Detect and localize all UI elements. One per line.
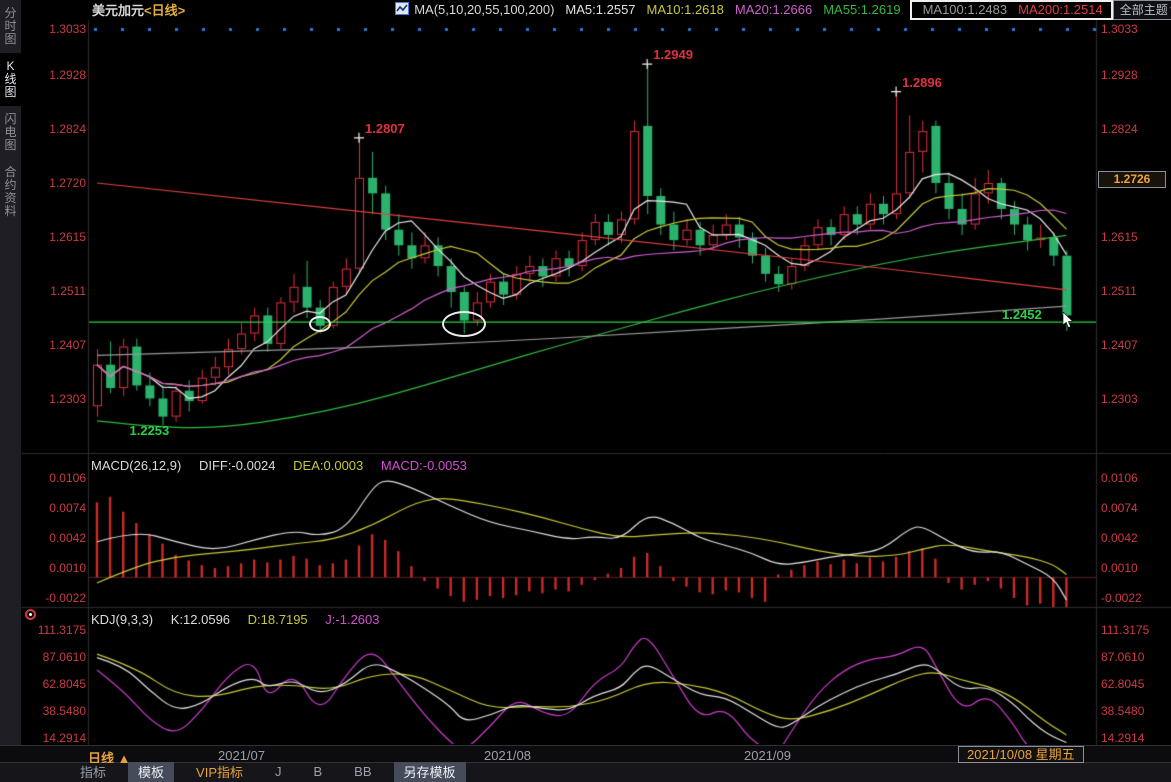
ma-settings-label: MA(5,10,20,55,100,200): [414, 2, 554, 17]
y-axis-tick: 1.2407: [30, 338, 86, 352]
period-tag: <日线>: [144, 3, 185, 18]
price-extreme-annotation: 1.2807: [365, 121, 405, 136]
y-axis-tick: 111.3175: [30, 623, 86, 637]
y-axis-tick: 0.0010: [1101, 561, 1165, 575]
y-axis-tick: 111.3175: [1101, 623, 1165, 637]
trading-app-window: 分时图 K线图 闪电图 合约资料 美元加元<日线> MA(5,10,20,55,…: [0, 0, 1171, 782]
y-axis-tick: 0.0106: [30, 471, 86, 485]
macd-diff-value: DIFF:-0.0024: [199, 458, 276, 473]
instrument-name: 美元加元<日线>: [92, 0, 185, 19]
y-axis-tick: 38.5480: [1101, 704, 1165, 718]
y-axis-tick: 1.2511: [30, 284, 86, 298]
ma200-value: MA200:1.2514: [1018, 2, 1103, 17]
y-axis-tick: 14.2914: [30, 731, 86, 745]
price-extreme-annotation: 1.2896: [902, 75, 942, 90]
ma100-value: MA100:1.2483: [923, 2, 1008, 17]
y-axis-tick: 1.2615: [1101, 230, 1165, 244]
sidebar-item-contract-info[interactable]: 合约资料: [0, 159, 21, 225]
y-axis-tick: 0.0010: [30, 561, 86, 575]
y-axis-tick: 14.2914: [1101, 731, 1165, 745]
toolbar-item-vip-indicators[interactable]: VIP指标: [186, 762, 253, 782]
date-tick: 2021/08: [484, 748, 531, 763]
toolbar-item-j[interactable]: J: [265, 764, 292, 781]
ma55-value: MA55:1.2619: [823, 2, 900, 17]
y-axis-tick: 1.2928: [30, 68, 86, 82]
y-axis-tick: 0.0074: [30, 501, 86, 515]
sidebar-item-kline-chart[interactable]: K线图: [0, 53, 21, 106]
ma20-value: MA20:1.2666: [735, 2, 812, 17]
y-axis-tick: 1.3033: [30, 22, 86, 36]
date-tick: 2021/07: [218, 748, 265, 763]
sidebar-item-lightning-chart[interactable]: 闪电图: [0, 106, 21, 159]
y-axis-tick: 1.2303: [30, 392, 86, 406]
macd-params: MACD(26,12,9): [91, 458, 181, 473]
kdj-k-value: K:12.0596: [171, 612, 230, 627]
drawn-ellipse-annotation[interactable]: [309, 316, 331, 332]
ma5-value: MA5:1.2557: [565, 2, 635, 17]
macd-value: MACD:-0.0053: [381, 458, 467, 473]
hline-price-label: 1.2452: [1002, 307, 1042, 322]
sidebar-item-time-chart[interactable]: 分时图: [0, 0, 21, 53]
y-axis-tick: 1.2303: [1101, 392, 1165, 406]
bottom-toolbar: 指标 模板 VIP指标 J B BB 另存模板: [0, 763, 1171, 782]
price-extreme-annotation: 1.2253: [130, 423, 170, 438]
indicator-alert-icon[interactable]: [25, 609, 36, 620]
y-axis-tick: 62.8045: [30, 677, 86, 691]
y-axis-tick: 38.5480: [30, 704, 86, 718]
y-axis-tick: 1.3033: [1101, 22, 1165, 36]
theme-dropdown-button[interactable]: 全部主题▼: [1113, 0, 1171, 20]
chart-mode-sidebar: 分时图 K线图 闪电图 合约资料: [0, 0, 21, 745]
macd-panel-header: MACD(26,12,9) DIFF:-0.0024 DEA:0.0003 MA…: [91, 458, 481, 473]
y-axis-tick: 0.0074: [1101, 501, 1165, 515]
toolbar-item-bb[interactable]: BB: [344, 764, 381, 781]
price-chart-canvas[interactable]: [0, 0, 1171, 782]
ma-highlight-box: MA100:1.2483 MA200:1.2514: [910, 0, 1113, 20]
y-axis-tick: 1.2615: [30, 230, 86, 244]
price-extreme-annotation: 1.2949: [653, 47, 693, 62]
y-axis-tick: 1.2720: [30, 176, 86, 190]
kdj-panel-header: KDJ(9,3,3) K:12.0596 D:18.7195 J:-1.2603: [91, 612, 394, 627]
y-axis-tick: 1.2511: [1101, 284, 1165, 298]
last-price-marker: 1.2726: [1098, 171, 1166, 188]
kline-chart-icon: [395, 2, 409, 18]
toolbar-item-b[interactable]: B: [304, 764, 333, 781]
toolbar-item-save-template[interactable]: 另存模板: [394, 762, 466, 782]
date-tick: 2021/09: [744, 748, 791, 763]
kdj-j-value: J:-1.2603: [325, 612, 379, 627]
current-date-label: 2021/10/08 星期五: [958, 746, 1084, 763]
y-axis-tick: 87.0610: [30, 650, 86, 664]
kdj-params: KDJ(9,3,3): [91, 612, 153, 627]
y-axis-tick: 0.0042: [1101, 531, 1165, 545]
y-axis-tick: 1.2407: [1101, 338, 1165, 352]
y-axis-tick: 1.2824: [30, 122, 86, 136]
y-axis-tick: 0.0106: [1101, 471, 1165, 485]
kdj-d-value: D:18.7195: [248, 612, 308, 627]
drawn-ellipse-annotation[interactable]: [442, 311, 486, 337]
y-axis-tick: 87.0610: [1101, 650, 1165, 664]
y-axis-tick: 62.8045: [1101, 677, 1165, 691]
y-axis-tick: 1.2824: [1101, 122, 1165, 136]
y-axis-tick: 0.0042: [30, 531, 86, 545]
date-axis-row: 日线 ▲ 2021/07 2021/08 2021/09 2021/10/08 …: [0, 745, 1171, 763]
y-axis-tick: -0.0022: [30, 591, 86, 605]
toolbar-item-indicators[interactable]: 指标: [70, 762, 116, 782]
y-axis-tick: 1.2928: [1101, 68, 1165, 82]
chart-header: 美元加元<日线> MA(5,10,20,55,100,200) MA5:1.25…: [22, 0, 1171, 19]
macd-dea-value: DEA:0.0003: [293, 458, 363, 473]
y-axis-tick: -0.0022: [1101, 591, 1165, 605]
mouse-cursor: [1062, 312, 1076, 335]
ma10-value: MA10:1.2618: [647, 2, 724, 17]
toolbar-item-template[interactable]: 模板: [128, 762, 174, 782]
